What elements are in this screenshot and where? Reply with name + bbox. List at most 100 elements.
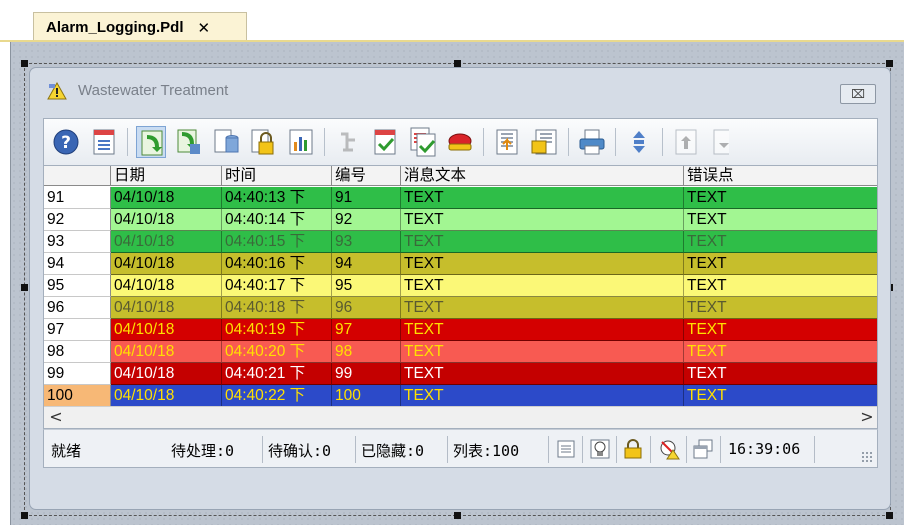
status-separator [355, 436, 356, 463]
resize-handle-nw[interactable] [21, 60, 28, 67]
sort-button[interactable] [624, 126, 654, 158]
cell-index: 92 [44, 209, 111, 231]
table-row[interactable]: 96 04/10/18 04:40:18 下 96 TEXT TEXT [44, 297, 877, 319]
help-icon: ? [53, 129, 79, 155]
resize-handle-s[interactable] [454, 512, 461, 519]
alarm-window-title: Wastewater Treatment [78, 82, 229, 99]
archive-list-button[interactable] [174, 126, 204, 158]
resize-handle-ne[interactable] [886, 60, 893, 67]
select-bottom-button[interactable] [709, 126, 729, 158]
lock-list-icon [251, 129, 274, 155]
loop-in-alarm-icon [341, 132, 355, 152]
status-lamp-button[interactable] [589, 438, 611, 460]
cell-time: 04:40:15 下 [222, 231, 332, 253]
table-row[interactable]: 100 04/10/18 04:40:22 下 100 TEXT TEXT [44, 385, 877, 407]
scroll-right-icon[interactable]: > [857, 407, 877, 428]
select-top-icon [675, 129, 697, 155]
cell-error-point: TEXT [684, 297, 877, 319]
table-row[interactable]: 95 04/10/18 04:40:17 下 95 TEXT TEXT [44, 275, 877, 297]
cell-date: 04/10/18 [111, 231, 222, 253]
resize-handle-sw[interactable] [21, 512, 28, 519]
cell-error-point: TEXT [684, 187, 877, 209]
select-top-button[interactable] [671, 126, 701, 158]
column-header-message[interactable]: 消息文本 [401, 166, 684, 186]
cell-number: 91 [332, 187, 401, 209]
cell-message: TEXT [401, 231, 684, 253]
current-alarm-list-icon [141, 130, 163, 156]
print-button[interactable] [577, 126, 607, 158]
cell-index: 95 [44, 275, 111, 297]
table-row[interactable]: 92 04/10/18 04:40:14 下 92 TEXT TEXT [44, 209, 877, 231]
document-tab[interactable]: Alarm_Logging.Pdl ✕ [33, 12, 247, 42]
cell-number: 98 [332, 341, 401, 363]
column-header-index[interactable] [44, 166, 111, 186]
resize-handle-w[interactable] [21, 284, 28, 291]
table-header: 日期 时间 编号 消息文本 错误点 [44, 166, 877, 186]
cell-error-point: TEXT [684, 253, 877, 275]
cell-date: 04/10/18 [111, 341, 222, 363]
last-message-button[interactable] [530, 126, 560, 158]
alarm-table[interactable]: 日期 时间 编号 消息文本 错误点 91 04/10/18 04:40:13 下 91… [43, 165, 878, 429]
cell-date: 04/10/18 [111, 253, 222, 275]
table-row[interactable]: 91 04/10/18 04:40:13 下 91 TEXT TEXT [44, 187, 877, 209]
status-hidden-alarms-button[interactable] [658, 438, 680, 460]
help-button[interactable]: ? [51, 126, 81, 158]
status-separator [548, 436, 549, 463]
group-acknowledge-button[interactable] [408, 126, 438, 158]
column-header-date[interactable]: 日期 [111, 166, 222, 186]
lock-list-button[interactable] [248, 126, 278, 158]
windows-icon [693, 439, 713, 459]
cell-error-point: TEXT [684, 231, 877, 253]
resize-handle-n[interactable] [454, 60, 461, 67]
scroll-left-icon[interactable]: < [46, 407, 66, 428]
archive-list-icon [177, 129, 200, 154]
status-lock-button[interactable] [622, 438, 644, 460]
status-separator [582, 436, 583, 463]
status-separator [686, 436, 687, 463]
first-message-button[interactable] [492, 126, 522, 158]
cell-message: TEXT [401, 187, 684, 209]
cell-date: 04/10/18 [111, 187, 222, 209]
svg-text:?: ? [61, 133, 71, 153]
status-windows-button[interactable] [692, 438, 714, 460]
loop-in-alarm-button[interactable] [333, 126, 363, 158]
cell-time: 04:40:17 下 [222, 275, 332, 297]
hidden-alarm-icon [660, 440, 680, 460]
cell-time: 04:40:22 下 [222, 385, 332, 407]
single-acknowledge-button[interactable] [370, 126, 400, 158]
table-row[interactable]: 97 04/10/18 04:40:19 下 97 TEXT TEXT [44, 319, 877, 341]
statistics-button[interactable] [286, 126, 316, 158]
lightbulb-icon [590, 439, 610, 459]
horizontal-scrollbar[interactable]: < > [44, 406, 877, 428]
status-list-button[interactable] [555, 438, 577, 460]
column-header-number[interactable]: 编号 [332, 166, 401, 186]
cell-number: 97 [332, 319, 401, 341]
cell-date: 04/10/18 [111, 209, 222, 231]
cell-message: TEXT [401, 209, 684, 231]
resize-grip-icon[interactable] [861, 451, 873, 463]
status-separator [814, 436, 815, 463]
column-header-time[interactable]: 时间 [222, 166, 332, 186]
cell-number: 99 [332, 363, 401, 385]
cell-time: 04:40:14 下 [222, 209, 332, 231]
table-row[interactable]: 98 04/10/18 04:40:20 下 98 TEXT TEXT [44, 341, 877, 363]
toolbar-separator [127, 128, 128, 156]
history-list-button[interactable] [211, 126, 241, 158]
status-pending: 待处理:0 [171, 442, 235, 460]
table-row[interactable]: 99 04/10/18 04:40:21 下 99 TEXT TEXT [44, 363, 877, 385]
table-row[interactable]: 93 04/10/18 04:40:15 下 93 TEXT TEXT [44, 231, 877, 253]
resize-handle-se[interactable] [886, 512, 893, 519]
emergency-list-button[interactable] [89, 126, 119, 158]
column-header-error-point[interactable]: 错误点 [684, 166, 877, 186]
current-alarm-list-button[interactable] [136, 126, 166, 158]
tab-close-icon[interactable]: ✕ [198, 19, 211, 37]
cell-message: TEXT [401, 341, 684, 363]
cell-error-point: TEXT [684, 363, 877, 385]
cell-number: 94 [332, 253, 401, 275]
table-row[interactable]: 94 04/10/18 04:40:16 下 94 TEXT TEXT [44, 253, 877, 275]
cell-index: 97 [44, 319, 111, 341]
window-close-button[interactable]: ⌧ [840, 84, 876, 104]
status-unacknowledged: 待确认:0 [268, 442, 332, 460]
horn-acknowledge-button[interactable] [445, 126, 475, 158]
status-bar: 就绪 待处理:0 待确认:0 已隐藏:0 列表:100 16:39:06 [43, 429, 878, 468]
